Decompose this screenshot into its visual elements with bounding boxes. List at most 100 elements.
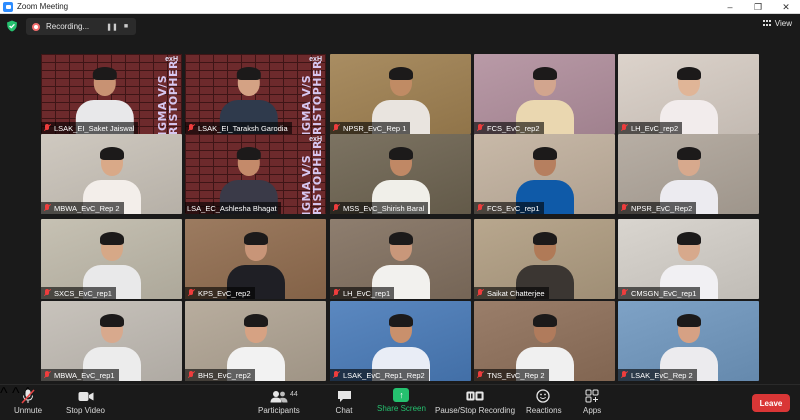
participant-name: MBWA_EvC_rep1 <box>54 370 115 380</box>
participant-name: LSAK_EvC_Rep 2 <box>631 370 693 380</box>
participant-name-tag: LH_EvC_rep2 <box>618 122 683 134</box>
participant-tile[interactable]: MBWA_EvC_rep1 <box>41 301 182 381</box>
participant-name-tag: SXCS_EvC_rep1 <box>41 287 116 299</box>
participant-tile[interactable]: Saikat Chatterjee <box>474 219 615 299</box>
chat-label: Chat <box>335 406 353 415</box>
maximize-icon[interactable]: ❐ <box>744 0 772 14</box>
participant-tile[interactable]: SXCS_EvC_rep1 <box>41 219 182 299</box>
pause-stop-recording-label: Pause/Stop Recording <box>435 406 516 415</box>
participant-tile[interactable]: NPSR_EvC_Rep 1 <box>330 54 471 134</box>
muted-mic-icon <box>476 289 484 297</box>
close-icon[interactable]: ✕ <box>772 0 800 14</box>
participant-tile[interactable]: ENIGMA V/S CHRISTOPHER exH LSAK_EI_Taraksh… <box>185 54 326 134</box>
share-screen-label: Share Screen <box>377 404 426 413</box>
participant-name-tag: CMSGN_EvC_rep1 <box>618 287 701 299</box>
meeting-toolbar: Unmute ^ Stop Video ^ Participants 44 ^ … <box>0 384 800 420</box>
participant-name: LSAK_EI_Taraksh Garodia <box>198 123 288 133</box>
stop-recording-icon[interactable]: ■ <box>120 21 132 32</box>
participant-name-tag: NPSR_EvC_Rep 1 <box>330 122 411 134</box>
participant-name: FCS_EvC_rep2 <box>487 123 540 133</box>
apps-label: Apps <box>583 406 602 415</box>
view-button[interactable]: View <box>762 19 792 28</box>
participant-tile[interactable]: MSS_EvC_Shirish Baral <box>330 134 471 214</box>
participant-name: MBWA_EvC_Rep 2 <box>54 203 120 213</box>
participant-tile[interactable]: LH_EvC_rep1 <box>330 219 471 299</box>
participant-tile[interactable]: BHS_EvC_rep2 <box>185 301 326 381</box>
reactions-button[interactable]: Reactions <box>526 388 562 415</box>
participant-tile[interactable]: ENIGMA V/S CHRISTOPHER exH LSA_EC_Ashlesha… <box>185 134 326 214</box>
window-controls: – ❐ ✕ <box>716 0 800 14</box>
participant-name-tag: BHS_EvC_rep2 <box>185 369 255 381</box>
virtual-background-logo: exH <box>309 136 322 143</box>
pause-stop-recording-button[interactable]: Pause/Stop Recording <box>435 388 515 415</box>
leave-button[interactable]: Leave <box>752 394 790 412</box>
participant-name: Saikat Chatterjee <box>487 288 545 298</box>
participant-name: SXCS_EvC_rep1 <box>54 288 112 298</box>
participant-tile[interactable]: MBWA_EvC_Rep 2 <box>41 134 182 214</box>
chat-button[interactable]: Chat <box>335 388 353 415</box>
participant-name-tag: KPS_EvC_rep2 <box>185 287 255 299</box>
muted-mic-icon <box>476 371 484 379</box>
participant-tile[interactable]: FCS_EvC_rep1 <box>474 134 615 214</box>
muted-mic-icon <box>187 289 195 297</box>
participant-tile[interactable]: LSAK_EvC_Rep 2 <box>618 301 759 381</box>
participant-name: NPSR_EvC_Rep2 <box>631 203 693 213</box>
participant-name-tag: MSS_EvC_Shirish Baral <box>330 202 429 214</box>
stop-video-label: Stop Video <box>66 406 105 415</box>
participant-name: KPS_EvC_rep2 <box>198 288 251 298</box>
participant-name-tag: FCS_EvC_rep1 <box>474 202 544 214</box>
muted-mic-icon <box>43 289 51 297</box>
participant-tile[interactable]: CMSGN_EvC_rep1 <box>618 219 759 299</box>
participant-name-tag: Saikat Chatterjee <box>474 287 549 299</box>
participant-name-tag: MBWA_EvC_rep1 <box>41 369 119 381</box>
participants-count: 44 <box>290 391 298 398</box>
audio-options-chevron-icon[interactable]: ^ <box>0 385 8 402</box>
muted-mic-icon <box>620 289 628 297</box>
muted-mic-icon <box>332 204 340 212</box>
minimize-icon[interactable]: – <box>716 0 744 14</box>
gallery-view: ENIGMA V/S CHRISTOPHER exH LSAK_EI_Saket J… <box>0 38 800 384</box>
participant-tile[interactable]: FCS_EvC_rep2 <box>474 54 615 134</box>
participant-name: TNS_EvC_Rep 2 <box>487 370 545 380</box>
recording-label: Recording... <box>46 22 90 31</box>
participant-name: FCS_EvC_rep1 <box>487 203 540 213</box>
participant-name: LSAK_EI_Saket Jaiswal <box>54 123 135 133</box>
unmute-button[interactable]: Unmute <box>14 388 42 415</box>
muted-mic-icon <box>620 371 628 379</box>
participant-name-tag: NPSR_EvC_Rep2 <box>618 202 697 214</box>
view-label: View <box>774 19 792 28</box>
participant-name: LSA_EC_Ashlesha Bhagat <box>187 203 277 213</box>
smiley-plus-icon <box>535 388 553 404</box>
muted-mic-icon <box>43 371 51 379</box>
muted-mic-icon <box>187 371 195 379</box>
virtual-background-logo: exH <box>165 56 178 63</box>
participant-name: NPSR_EvC_Rep 1 <box>343 123 407 133</box>
shield-icon[interactable] <box>6 20 18 32</box>
participant-name-tag: LSAK_EI_Saket Jaiswal <box>41 122 139 134</box>
share-screen-button[interactable]: ↑ Share Screen <box>377 388 426 413</box>
pause-recording-icon[interactable]: ❚❚ <box>106 21 118 32</box>
muted-mic-icon <box>476 124 484 132</box>
apps-button[interactable]: Apps <box>583 388 601 415</box>
virtual-background-logo: exH <box>309 56 322 63</box>
meeting-topbar: Recording... ❚❚ ■ View <box>0 14 800 38</box>
participants-label: Participants <box>258 406 300 415</box>
participant-tile[interactable]: LH_EvC_rep2 <box>618 54 759 134</box>
recording-indicator: Recording... ❚❚ ■ <box>26 18 136 35</box>
participant-name-tag: TNS_EvC_Rep 2 <box>474 369 549 381</box>
muted-mic-icon <box>332 289 340 297</box>
virtual-background-banner: ENIGMA V/S CHRISTOPHER <box>300 60 324 134</box>
participant-name: LSAK_EvC_Rep1_Rep2 <box>343 370 425 380</box>
participant-tile[interactable]: LSAK_EvC_Rep1_Rep2 <box>330 301 471 381</box>
participant-tile[interactable]: NPSR_EvC_Rep2 <box>618 134 759 214</box>
participant-name-tag: LH_EvC_rep1 <box>330 287 395 299</box>
participant-tile[interactable]: KPS_EvC_rep2 <box>185 219 326 299</box>
zoom-app-icon <box>3 1 13 12</box>
stop-video-button[interactable]: Stop Video <box>66 388 105 415</box>
video-camera-icon <box>77 388 95 404</box>
participant-tile[interactable]: TNS_EvC_Rep 2 <box>474 301 615 381</box>
participant-name: LH_EvC_rep1 <box>343 288 391 298</box>
share-screen-icon: ↑ <box>393 388 410 402</box>
participant-tile[interactable]: ENIGMA V/S CHRISTOPHER exH LSAK_EI_Saket J… <box>41 54 182 134</box>
participant-name: LH_EvC_rep2 <box>631 123 679 133</box>
